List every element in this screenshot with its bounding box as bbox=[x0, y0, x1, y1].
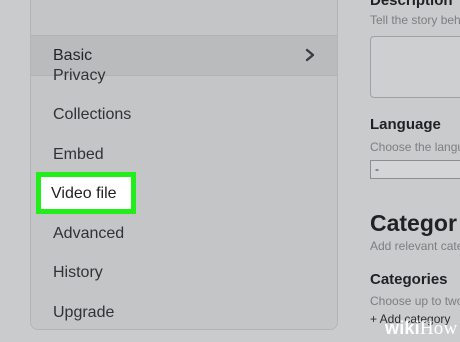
sidebar-item-upgrade[interactable]: Upgrade bbox=[53, 303, 114, 323]
description-hint: Tell the story behi bbox=[370, 13, 460, 27]
wikihow-watermark: wikiHow bbox=[385, 318, 457, 340]
watermark-how: How bbox=[419, 318, 458, 339]
category-hint: Add relevant cate bbox=[370, 239, 460, 253]
sidebar-item-label: Basic bbox=[53, 47, 93, 64]
categories-hint: Choose up to two bbox=[370, 294, 460, 308]
sidebar-item-collections[interactable]: Collections bbox=[53, 105, 131, 125]
sidebar-item-privacy[interactable]: Privacy bbox=[53, 66, 105, 86]
description-heading: Description bbox=[370, 0, 453, 9]
sidebar-item-video-file[interactable]: Video file bbox=[41, 177, 131, 209]
chevron-right-icon bbox=[305, 48, 315, 62]
category-heading: Categor bbox=[370, 210, 457, 236]
sidebar-item-history[interactable]: History bbox=[53, 263, 103, 283]
categories-heading: Categories bbox=[370, 271, 448, 288]
sidebar-item-label: Video file bbox=[51, 185, 117, 202]
description-textarea[interactable] bbox=[370, 36, 460, 98]
sidebar-item-advanced[interactable]: Advanced bbox=[53, 224, 124, 244]
language-hint: Choose the langu bbox=[370, 140, 460, 154]
language-select[interactable]: - bbox=[370, 160, 460, 179]
language-heading: Language bbox=[370, 116, 441, 133]
sidebar-item-embed[interactable]: Embed bbox=[53, 145, 104, 165]
highlight-box: Video file bbox=[36, 172, 136, 214]
watermark-wiki: wiki bbox=[385, 318, 420, 338]
settings-sidebar: Basic Privacy Collections Embed Advanced… bbox=[30, 0, 338, 330]
